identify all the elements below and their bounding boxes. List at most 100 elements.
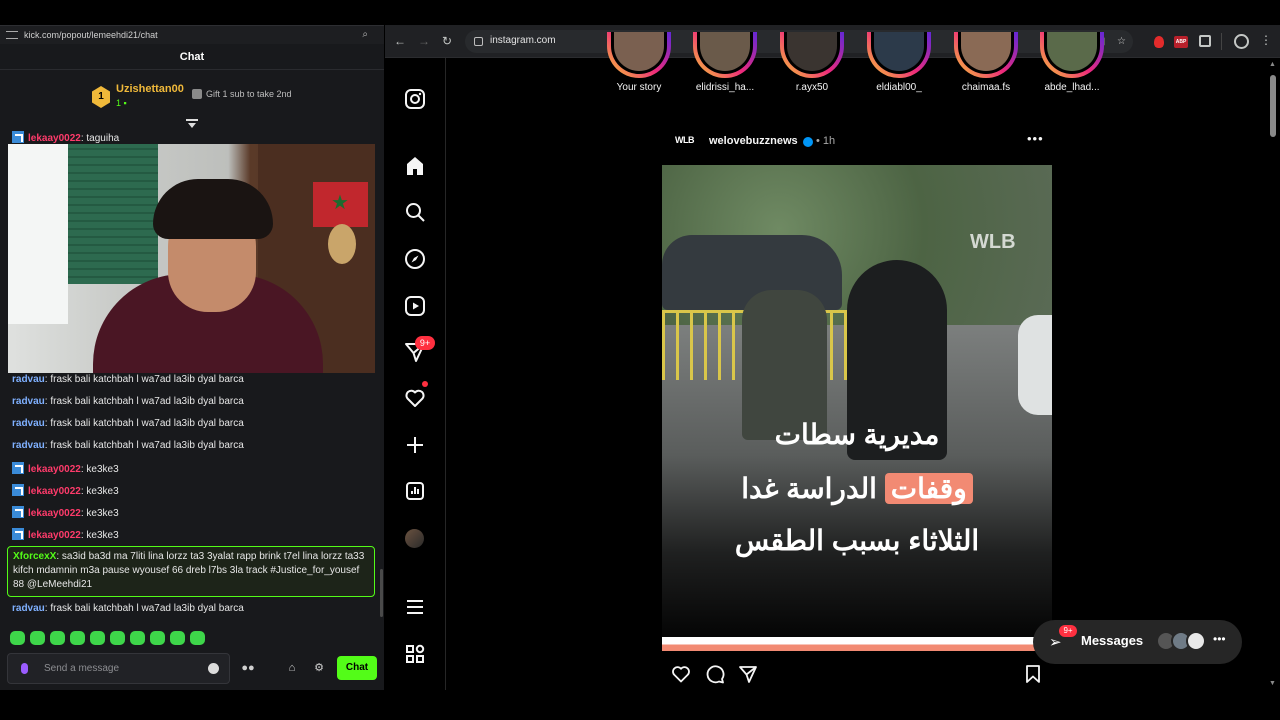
like-heart-icon[interactable]: [671, 664, 691, 684]
zoom-icon[interactable]: ⌕: [362, 29, 368, 40]
chat-scrollbar[interactable]: [380, 569, 383, 617]
chat-username[interactable]: radvau: [12, 396, 45, 407]
chat-username[interactable]: XforcexX: [13, 551, 56, 562]
microphone-icon[interactable]: [21, 663, 28, 674]
send-chat-button[interactable]: Chat: [337, 656, 377, 680]
back-arrow-icon[interactable]: ←: [393, 34, 407, 48]
story-name: elidrissi_ha...: [695, 82, 755, 93]
save-bookmark-icon[interactable]: [1023, 664, 1043, 684]
chat-username[interactable]: radvau: [12, 603, 45, 614]
emote-button[interactable]: [190, 631, 205, 645]
chat-title: Chat: [0, 44, 384, 70]
emote-button[interactable]: [150, 631, 165, 645]
reels-icon[interactable]: [404, 295, 426, 317]
subscriber-badge-icon: [12, 131, 24, 143]
gift-sub-prompt[interactable]: Gift 1 sub to take 2nd: [192, 89, 292, 99]
emote-button[interactable]: [70, 631, 85, 645]
emote-button[interactable]: [30, 631, 45, 645]
notifications-heart-icon[interactable]: [404, 387, 426, 409]
chat-message: lekaay0022: ke3ke3: [12, 484, 119, 497]
emote-button[interactable]: [50, 631, 65, 645]
emote-button[interactable]: [130, 631, 145, 645]
profile-icon[interactable]: [1234, 34, 1249, 49]
quick-emote-row: [10, 631, 205, 647]
share-icon[interactable]: [738, 664, 758, 684]
emote-button[interactable]: [10, 631, 25, 645]
also-from-meta-icon[interactable]: [404, 643, 426, 665]
dashboard-insights-icon[interactable]: [404, 480, 426, 502]
address-url[interactable]: instagram.com: [490, 35, 556, 46]
more-menu-icon[interactable]: [404, 596, 426, 618]
post-timestamp: • 1h: [816, 135, 836, 147]
home-icon[interactable]: [404, 155, 426, 177]
gift-box-icon: [192, 89, 202, 99]
adblock-plus-icon[interactable]: ABP: [1174, 36, 1188, 48]
kick-chat-window: kick.com/popout/lemeehdi21/chat ⌕ Chat 1…: [0, 25, 384, 690]
instagram-logo-icon[interactable]: [404, 88, 426, 110]
settings-gear-icon[interactable]: ⚙: [312, 662, 326, 674]
chat-username[interactable]: lekaay0022: [28, 486, 81, 497]
post-image[interactable]: WLB مديرية سطات وقفات الدراسة غدا الثلاث…: [662, 165, 1052, 651]
post-headline-line2: وقفات الدراسة غدا: [662, 472, 1052, 505]
comment-icon[interactable]: [705, 664, 725, 684]
chat-username[interactable]: lekaay0022: [28, 464, 81, 475]
messages-label: Messages: [1081, 633, 1144, 648]
emote-button[interactable]: [170, 631, 185, 645]
story-name: abde_lhad...: [1044, 82, 1100, 93]
page-scroll-down-arrow[interactable]: ▼: [1269, 680, 1276, 687]
store-icon[interactable]: ⌂: [285, 662, 299, 674]
verified-badge-icon: [803, 137, 813, 147]
chat-username[interactable]: radvau: [12, 440, 45, 451]
post-headline-highlight: وقفات: [884, 473, 973, 504]
page-scroll-up-arrow[interactable]: ▲: [1269, 61, 1276, 68]
points-icon[interactable]: ●●: [241, 662, 255, 674]
chat-username[interactable]: lekaay0022: [28, 133, 81, 144]
toolbar-separator: [1221, 33, 1222, 50]
chat-message: radvau: frask bali katchbah l wa7ad la3i…: [12, 374, 244, 385]
messages-count-badge: 9+: [415, 336, 435, 350]
webcam-overlay: [8, 144, 375, 373]
chat-input-box[interactable]: Send a message: [7, 653, 230, 684]
post-username[interactable]: welovebuzznews: [709, 135, 798, 147]
popout-url-bar: kick.com/popout/lemeehdi21/chat ⌕: [0, 26, 384, 44]
site-info-icon[interactable]: [6, 31, 18, 39]
page-scrollbar-thumb[interactable]: [1270, 75, 1276, 137]
bookmark-star-icon[interactable]: ☆: [1116, 36, 1127, 47]
search-icon[interactable]: [404, 201, 426, 223]
extensions-puzzle-icon[interactable]: [1199, 35, 1211, 47]
messages-floating-button[interactable]: ➢ 9+ Messages •••: [1033, 620, 1242, 664]
chat-username[interactable]: lekaay0022: [28, 508, 81, 519]
explore-compass-icon[interactable]: [404, 248, 426, 270]
post-options-icon[interactable]: •••: [1027, 131, 1044, 146]
gift-count: 1 ▪: [116, 98, 127, 108]
extension-red-icon[interactable]: [1154, 36, 1164, 48]
webcam-guitar: [328, 224, 356, 264]
browser-menu-icon[interactable]: ⋮: [1260, 33, 1272, 47]
emoji-picker-icon[interactable]: [208, 663, 219, 674]
screen-bottom-border: [0, 690, 1280, 720]
pinned-username[interactable]: Uzishettan00: [116, 83, 184, 95]
create-plus-icon[interactable]: [404, 434, 426, 456]
chat-username[interactable]: radvau: [12, 418, 45, 429]
site-settings-icon[interactable]: [474, 37, 483, 46]
chat-username[interactable]: lekaay0022: [28, 530, 81, 541]
post-headline-line3: الثلاثاء بسبب الطقس: [734, 525, 980, 556]
emote-button[interactable]: [110, 631, 125, 645]
more-conversations-icon: •••: [1213, 632, 1226, 646]
emote-button[interactable]: [90, 631, 105, 645]
subscriber-badge-icon: [12, 528, 24, 540]
chat-input-placeholder[interactable]: Send a message: [44, 663, 119, 674]
subscriber-badge-icon: [12, 462, 24, 474]
profile-avatar[interactable]: [405, 529, 424, 548]
post-author-avatar[interactable]: WLB: [675, 135, 697, 149]
forward-arrow-icon[interactable]: →: [417, 34, 431, 48]
chat-username[interactable]: radvau: [12, 374, 45, 385]
post-headline-rest: الدراسة غدا: [741, 473, 877, 504]
reload-icon[interactable]: ↻: [440, 34, 454, 48]
gift-sub-text: Gift 1 sub to take 2nd: [206, 89, 292, 99]
instagram-sidebar: 9+: [385, 58, 446, 690]
post-image-car: [1018, 315, 1052, 415]
collapse-pinned-icon[interactable]: [186, 119, 198, 129]
story-name: r.ayx50: [795, 82, 829, 93]
messages-count-badge: 9+: [1059, 625, 1077, 637]
